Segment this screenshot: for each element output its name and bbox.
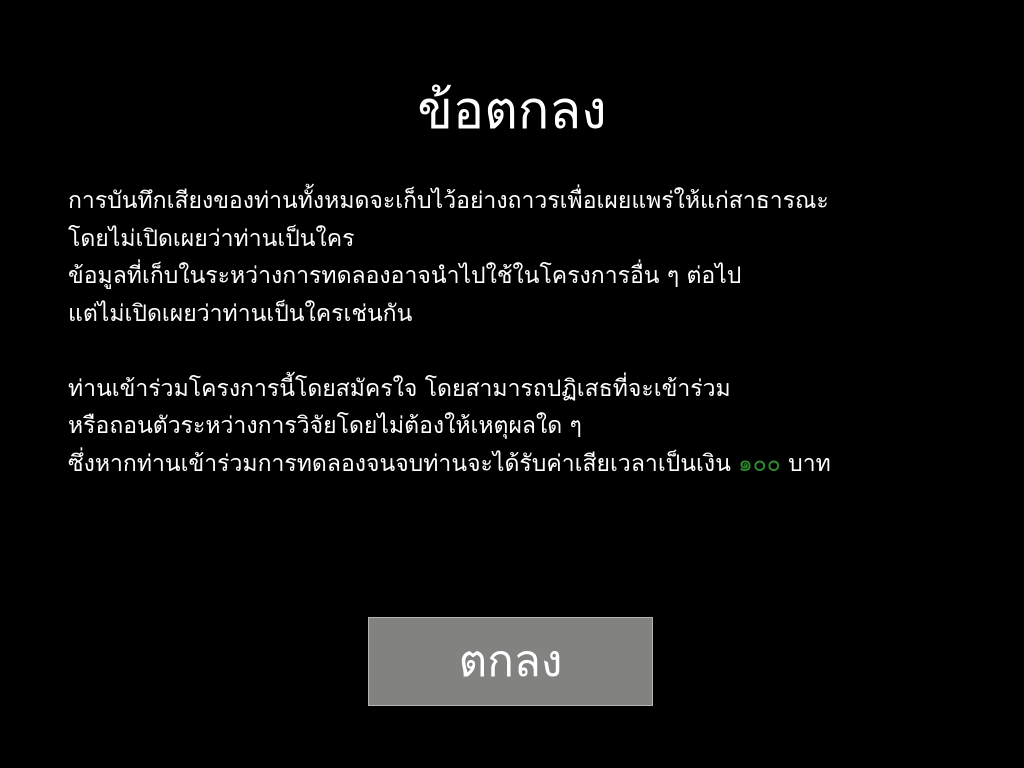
privacy-paragraph: การบันทึกเสียงของท่านทั้งหมดจะเก็บไว้อย่… xyxy=(68,183,968,333)
participation-paragraph: ท่านเข้าร่วมโครงการนี้โดยสมัครใจ โดยสามา… xyxy=(68,371,968,484)
text-line: ข้อมูลที่เก็บในระหว่างการทดลองอาจนำไปใช้… xyxy=(68,263,742,289)
consent-screen: ข้อตกลง การบันทึกเสียงของท่านทั้งหมดจะเก… xyxy=(0,0,1024,768)
page-title: ข้อตกลง xyxy=(417,81,607,141)
text-line: ท่านเข้าร่วมโครงการนี้โดยสมัครใจ โดยสามา… xyxy=(68,375,731,402)
consent-text: การบันทึกเสียงของท่านทั้งหมดจะเก็บไว้อย่… xyxy=(68,183,968,483)
text-line: การบันทึกเสียงของท่านทั้งหมดจะเก็บไว้อย่… xyxy=(68,188,829,214)
text-line: หรือถอนตัวระหว่างการวิจัยโดยไม่ต้องให้เห… xyxy=(68,413,582,439)
compensation-text: ซึ่งหากท่านเข้าร่วมการทดลองจนจบท่านจะได้… xyxy=(68,450,731,477)
ok-button[interactable]: ตกลง xyxy=(368,617,653,706)
text-line: แต่ไม่เปิดเผยว่าท่านเป็นใครเช่นกัน xyxy=(68,300,413,327)
text-line: โดยไม่เปิดเผยว่าท่านเป็นใคร xyxy=(68,225,355,252)
compensation-line: ซึ่งหากท่านเข้าร่วมการทดลองจนจบท่านจะได้… xyxy=(68,446,968,484)
compensation-amount: ๑๐๐ xyxy=(738,450,781,477)
currency-label: บาท xyxy=(788,450,831,477)
